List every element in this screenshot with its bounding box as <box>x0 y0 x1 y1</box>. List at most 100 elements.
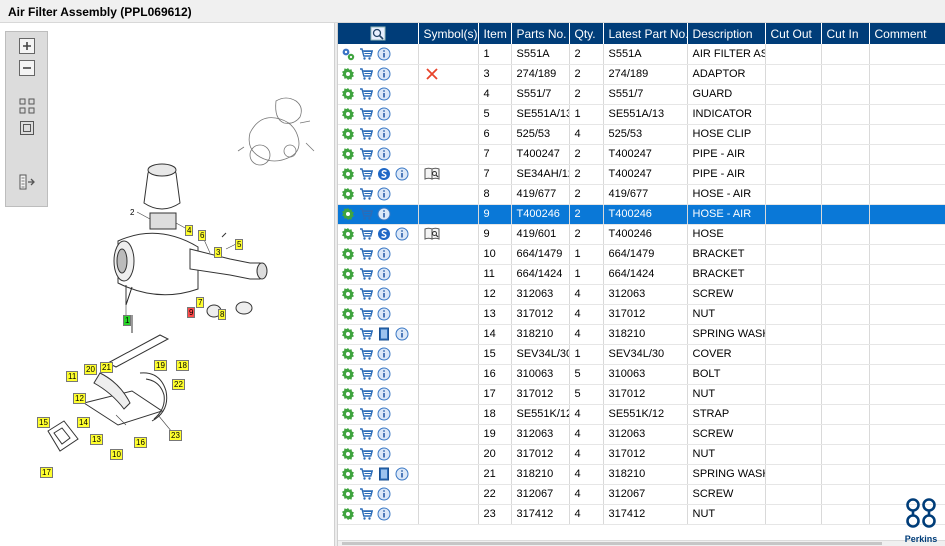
table-row[interactable]: 3 274/189 2 274/189 ADAPTOR <box>338 64 945 85</box>
callout-18[interactable]: 18 <box>176 360 189 371</box>
info-icon[interactable] <box>377 307 391 321</box>
info-icon[interactable] <box>395 327 409 341</box>
gear-icon[interactable] <box>341 207 355 221</box>
info-icon[interactable] <box>377 367 391 381</box>
callout-17[interactable]: 17 <box>40 467 53 478</box>
table-row[interactable]: 4 S551/7 2 S551/7 GUARD <box>338 84 945 105</box>
superseded-icon[interactable] <box>377 167 391 181</box>
callout-11[interactable]: 11 <box>66 371 79 382</box>
gear-icon[interactable] <box>341 247 355 261</box>
cart-icon[interactable] <box>359 147 373 161</box>
info-icon[interactable] <box>377 487 391 501</box>
info-icon[interactable] <box>377 187 391 201</box>
info-icon[interactable] <box>377 407 391 421</box>
info-icon[interactable] <box>377 87 391 101</box>
table-row[interactable]: 7 T400247 2 T400247 PIPE - AIR <box>338 144 945 165</box>
table-row[interactable]: 19 312063 4 312063 SCREW <box>338 424 945 445</box>
column-header-comment[interactable]: Comment <box>869 23 945 44</box>
cart-icon[interactable] <box>359 267 373 281</box>
cart-icon[interactable] <box>359 507 373 521</box>
info-icon[interactable] <box>377 127 391 141</box>
cart-icon[interactable] <box>359 287 373 301</box>
table-row[interactable]: 14 318210 4 318210 SPRING WASH <box>338 324 945 345</box>
callout-5[interactable]: 5 <box>235 239 244 250</box>
gear-icon[interactable] <box>341 467 355 481</box>
scrollbar-thumb[interactable] <box>342 542 882 545</box>
info-icon[interactable] <box>377 207 391 221</box>
gear-icon[interactable] <box>341 347 355 361</box>
table-row[interactable]: 23 317412 4 317412 NUT <box>338 504 945 525</box>
callout-8[interactable]: 8 <box>218 309 227 320</box>
cart-icon[interactable] <box>359 327 373 341</box>
gear-icon[interactable] <box>341 87 355 101</box>
column-header-item[interactable]: Item <box>478 23 512 44</box>
gear-icon[interactable] <box>341 227 355 241</box>
info-icon[interactable] <box>377 67 391 81</box>
table-row[interactable]: 21 318210 4 318210 SPRING WASH <box>338 464 945 485</box>
column-header-parts-no[interactable]: Parts No. <box>511 23 570 44</box>
cart-icon[interactable] <box>359 47 373 61</box>
gear-icon[interactable] <box>341 267 355 281</box>
book-blue-icon[interactable] <box>377 327 391 341</box>
gear-icon[interactable] <box>341 147 355 161</box>
table-row[interactable]: 6 525/53 4 525/53 HOSE CLIP <box>338 124 945 145</box>
callout-23[interactable]: 23 <box>169 430 182 441</box>
callout-9[interactable]: 9 <box>187 307 196 318</box>
cart-icon[interactable] <box>359 127 373 141</box>
info-icon[interactable] <box>395 467 409 481</box>
gear-icon[interactable] <box>341 167 355 181</box>
info-icon[interactable] <box>377 107 391 121</box>
cart-icon[interactable] <box>359 447 373 461</box>
gear-icon[interactable] <box>341 127 355 141</box>
cart-icon[interactable] <box>359 407 373 421</box>
info-icon[interactable] <box>377 47 391 61</box>
column-header-cut-in[interactable]: Cut In <box>821 23 870 44</box>
info-icon[interactable] <box>395 167 409 181</box>
info-icon[interactable] <box>377 267 391 281</box>
cart-icon[interactable] <box>359 367 373 381</box>
table-row[interactable]: 18 SE551K/12 4 SE551K/12 STRAP <box>338 404 945 425</box>
info-icon[interactable] <box>377 447 391 461</box>
cart-icon[interactable] <box>359 107 373 121</box>
gear-icon[interactable] <box>341 107 355 121</box>
column-header-cut-out[interactable]: Cut Out <box>765 23 822 44</box>
callout-14[interactable]: 14 <box>77 417 90 428</box>
gears-icon[interactable] <box>341 47 355 61</box>
cart-icon[interactable] <box>359 187 373 201</box>
table-row[interactable]: 9 419/601 2 T400246 HOSE <box>338 224 945 245</box>
table-row[interactable]: 20 317012 4 317012 NUT <box>338 444 945 465</box>
gear-icon[interactable] <box>341 447 355 461</box>
table-row[interactable]: 11 664/1424 1 664/1424 BRACKET <box>338 264 945 285</box>
cart-icon[interactable] <box>359 247 373 261</box>
cart-icon[interactable] <box>359 67 373 81</box>
cart-icon[interactable] <box>359 87 373 101</box>
table-row[interactable]: 12 312063 4 312063 SCREW <box>338 284 945 305</box>
callout-21[interactable]: 21 <box>100 362 113 373</box>
column-header-description[interactable]: Description <box>687 23 766 44</box>
gear-icon[interactable] <box>341 387 355 401</box>
table-row[interactable]: 10 664/1479 1 664/1479 BRACKET <box>338 244 945 265</box>
gear-icon[interactable] <box>341 187 355 201</box>
book-icon[interactable] <box>424 227 439 241</box>
info-icon[interactable] <box>395 227 409 241</box>
info-icon[interactable] <box>377 147 391 161</box>
callout-13[interactable]: 13 <box>90 434 103 445</box>
gear-icon[interactable] <box>341 487 355 501</box>
info-icon[interactable] <box>377 287 391 301</box>
table-row[interactable]: 1S551A2S551AAIR FILTER ASS <box>338 44 945 65</box>
callout-6-a[interactable]: 6 <box>198 230 207 241</box>
cart-icon[interactable] <box>359 467 373 481</box>
callout-20[interactable]: 20 <box>84 364 97 375</box>
callout-15[interactable]: 15 <box>37 417 50 428</box>
cart-icon[interactable] <box>359 387 373 401</box>
info-icon[interactable] <box>377 347 391 361</box>
cart-icon[interactable] <box>359 307 373 321</box>
callout-12[interactable]: 12 <box>73 393 86 404</box>
table-row[interactable]: 5 SE551A/13 1 SE551A/13 INDICATOR <box>338 104 945 125</box>
table-row[interactable]: 17 317012 5 317012 NUT <box>338 384 945 405</box>
column-header-latest-part-no[interactable]: Latest Part No. <box>603 23 688 44</box>
gear-icon[interactable] <box>341 287 355 301</box>
gear-icon[interactable] <box>341 367 355 381</box>
table-row[interactable]: 16 310063 5 310063 BOLT <box>338 364 945 385</box>
horizontal-scrollbar[interactable] <box>338 540 945 546</box>
